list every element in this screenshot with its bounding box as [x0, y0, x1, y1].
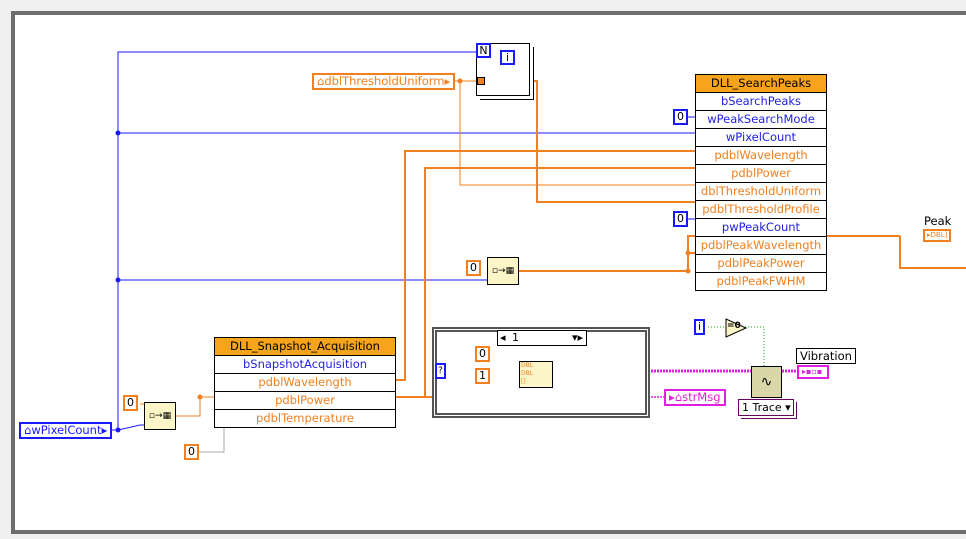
threshold-label: dblThresholdUniform [324, 74, 445, 88]
peak-type: DBL [930, 231, 945, 239]
bundle-x0-constant[interactable]: 0 [475, 346, 490, 362]
terminal-row[interactable]: pdblThresholdProfile [696, 201, 826, 219]
pixelcount-control[interactable]: ⌂wPixelCount▸ [19, 422, 113, 439]
terminal-row[interactable]: pdblPeakWavelength [696, 237, 826, 255]
vibration-indicator[interactable]: ▸▪▫▪ [797, 365, 829, 379]
init-array-constant[interactable]: 0 [466, 260, 481, 276]
terminal-row[interactable]: pdblPeakPower [696, 255, 826, 273]
wire-initarray [518, 235, 695, 272]
terminal-row[interactable]: pdblPower [215, 392, 395, 410]
peak-count-constant[interactable]: 0 [673, 211, 688, 227]
bundle-dx-constant[interactable]: 1 [475, 368, 490, 384]
peak-indicator[interactable]: ▸DBL] [923, 229, 952, 242]
loop-iteration-terminal: i [500, 50, 515, 65]
peak-mode-constant[interactable]: 0 [673, 109, 688, 125]
initialize-array-icon[interactable]: ▫→▦ [144, 402, 176, 430]
iteration-terminal: i [694, 319, 706, 335]
trace-selector[interactable]: 1 Trace ▾ [738, 399, 794, 416]
terminal-row[interactable]: wPeakSearchMode [696, 111, 826, 129]
terminal-row[interactable]: dblThresholdUniform [696, 183, 826, 201]
terminal-row[interactable]: pwPeakCount [696, 219, 826, 237]
terminal-row[interactable]: pdblWavelength [696, 147, 826, 165]
searchpeaks-title: DLL_SearchPeaks [696, 75, 826, 93]
waveform-chart-express-icon[interactable]: ∿ [751, 366, 782, 398]
vibration-label: Vibration [796, 348, 856, 364]
terminal-row[interactable]: pdblWavelength [215, 374, 395, 392]
bundle-waveform-node[interactable]: DBL DBL[] [519, 361, 553, 388]
snap-init-constant[interactable]: 0 [123, 395, 138, 411]
case-selector-terminal: ? [435, 363, 446, 379]
threshold-control[interactable]: ⌂dblThresholdUniform▸ [312, 73, 456, 90]
terminal-row[interactable]: bSearchPeaks [696, 93, 826, 111]
temperature-constant[interactable]: 0 [184, 444, 199, 460]
snapshot-title: DLL_Snapshot_Acquisition [215, 338, 395, 356]
wire-profile [529, 80, 695, 203]
terminal-row[interactable]: pdblPeakFWHM [696, 273, 826, 290]
strmsg-local[interactable]: ▸⌂strMsg [664, 389, 726, 406]
case-selector-value: 1 [512, 331, 519, 344]
peak-label: Peak [924, 214, 952, 228]
loop-count-terminal: N [476, 43, 491, 58]
case-selector[interactable]: 1 ▾▸ ◂ [497, 330, 587, 346]
dll-snapshot-node[interactable]: DLL_Snapshot_Acquisition bSnapshotAcquis… [214, 337, 396, 428]
case-structure: 1 ▾▸ ◂ ? 0 1 DBL DBL[] [432, 327, 650, 418]
terminal-row[interactable]: pdblPower [696, 165, 826, 183]
strmsg-label: strMsg [682, 390, 721, 404]
terminal-row[interactable]: pdblTemperature [215, 410, 395, 427]
compare-label: =0 [727, 321, 741, 331]
pixelcount-label: wPixelCount [31, 423, 102, 437]
trace-selector-value: 1 Trace [742, 401, 782, 414]
inner-for-loop: N i [476, 43, 530, 96]
initialize-array-icon[interactable]: ▫→▦ [487, 257, 519, 285]
terminal-row[interactable]: wPixelCount [696, 129, 826, 147]
terminal-row[interactable]: bSnapshotAcquisition [215, 356, 395, 374]
shift-register [477, 77, 485, 85]
dll-searchpeaks-node[interactable]: DLL_SearchPeaks bSearchPeaks wPeakSearchM… [695, 74, 827, 291]
